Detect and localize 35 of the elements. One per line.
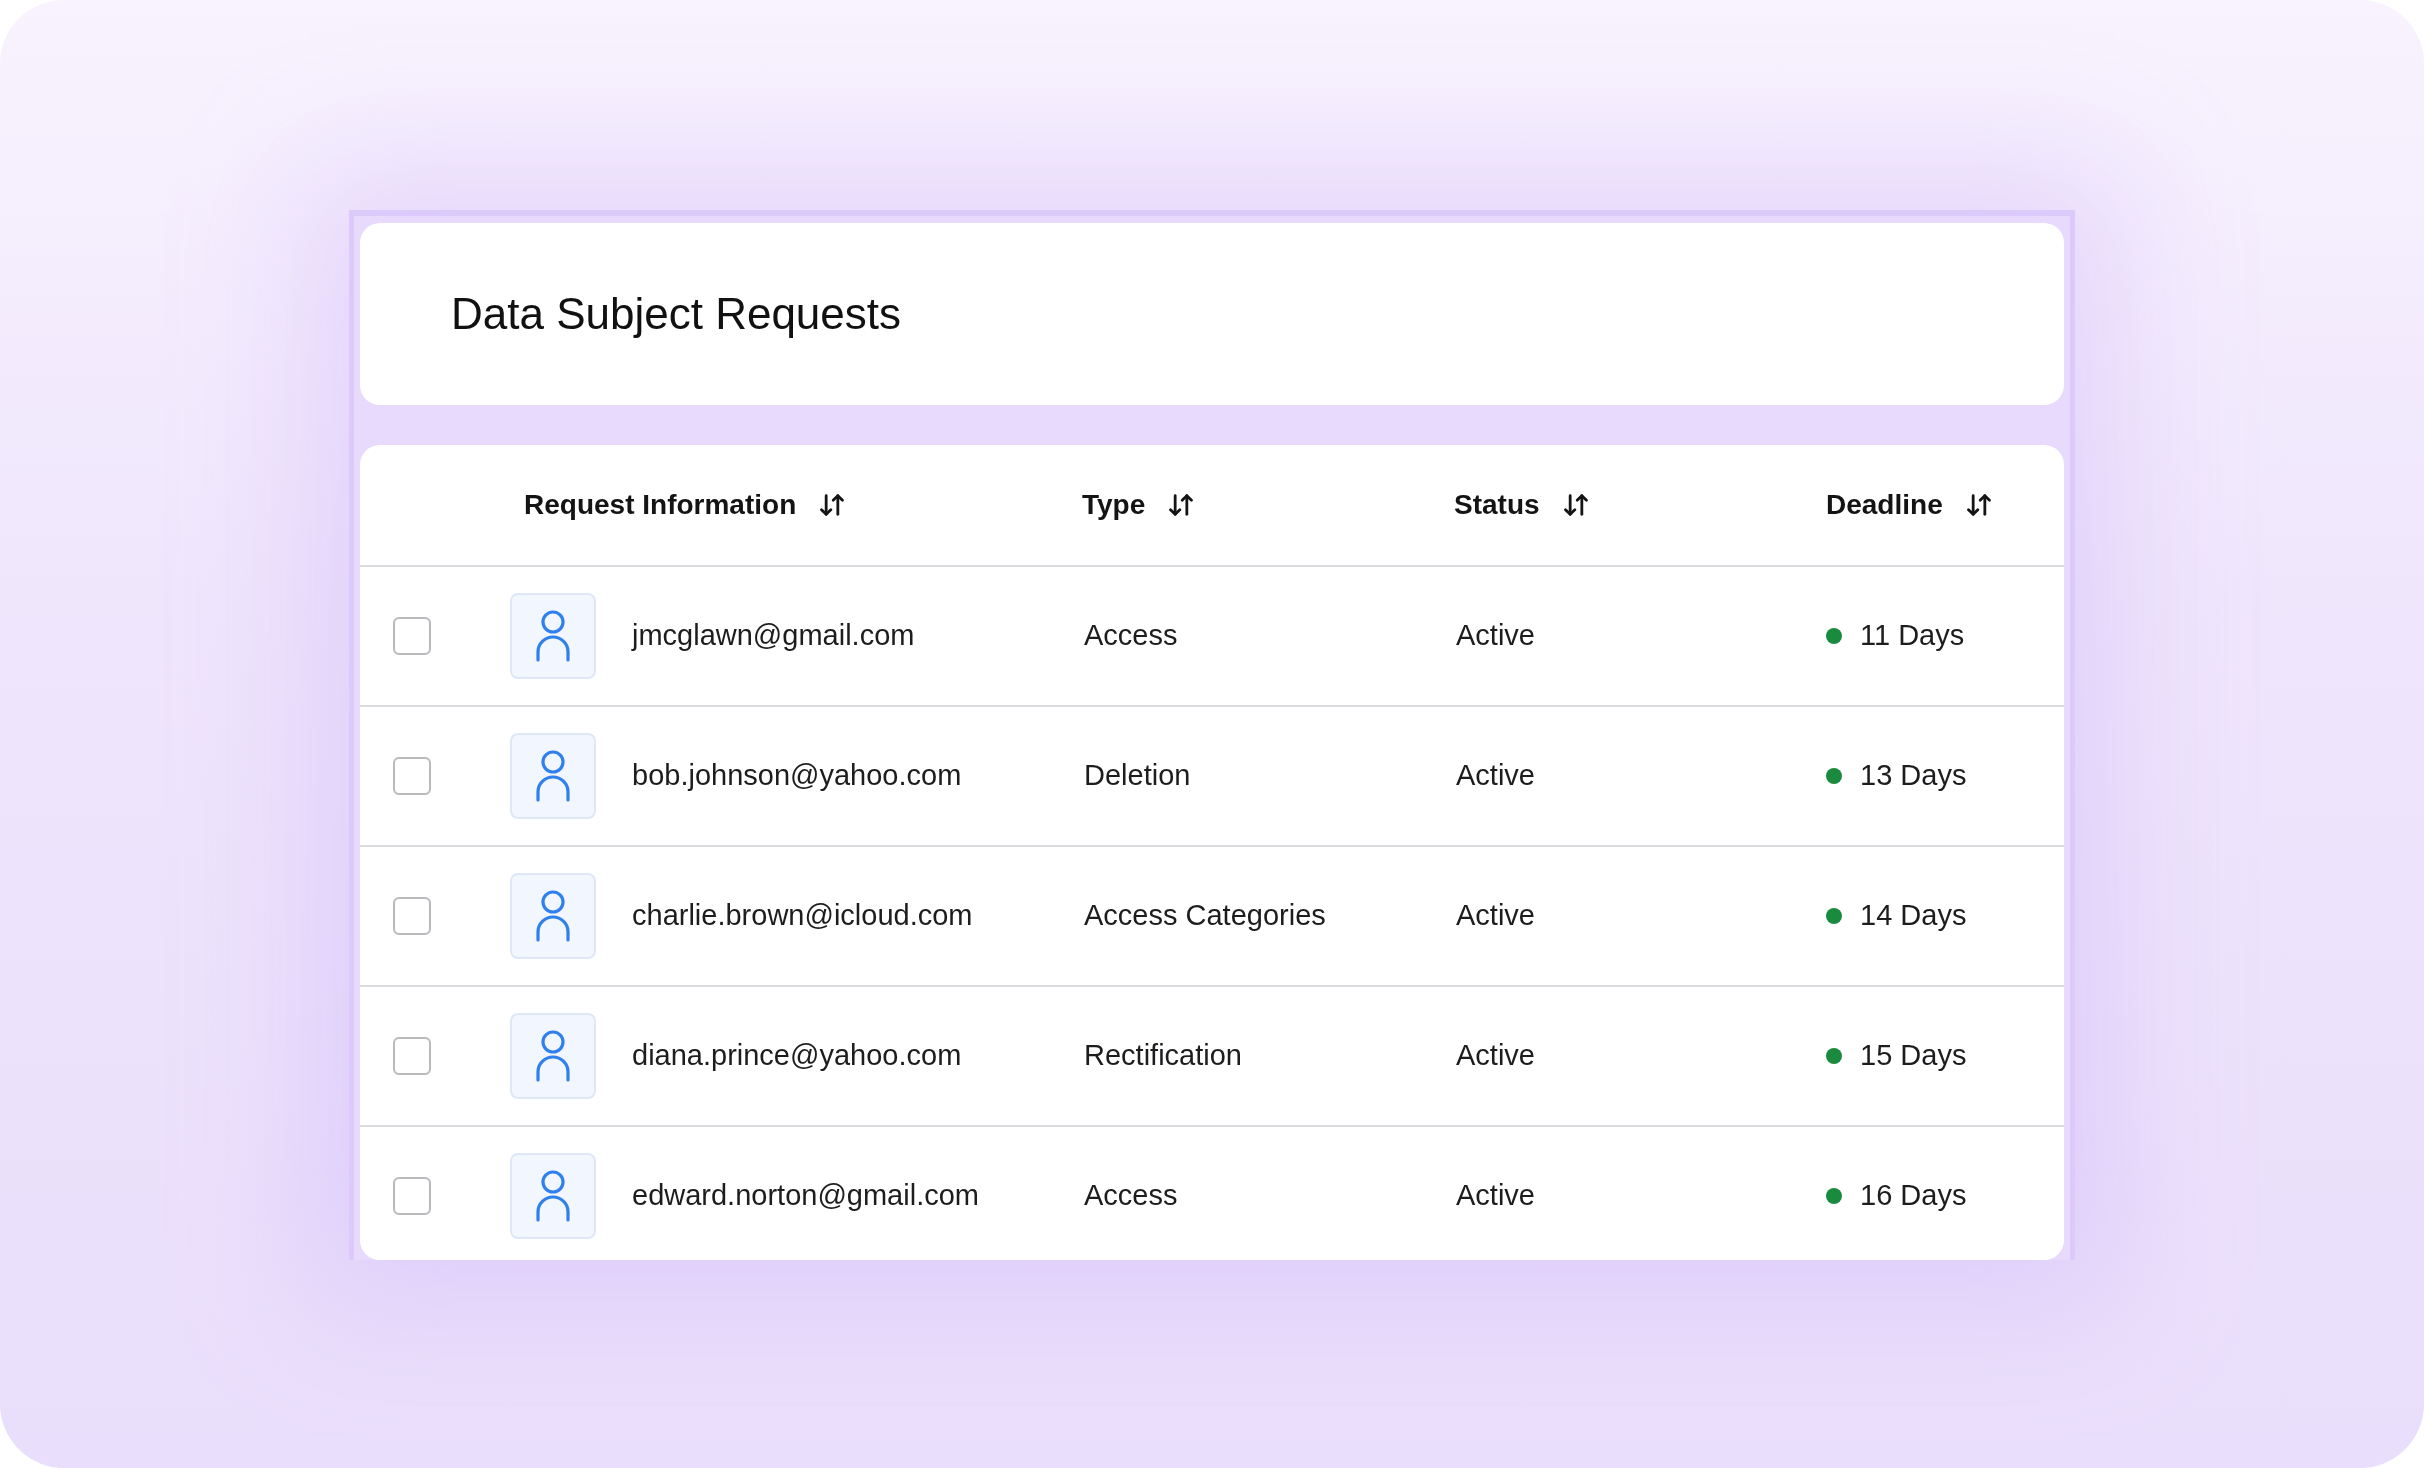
status-text: Active: [1455, 619, 1536, 653]
email-text: diana.prince@yahoo.com: [632, 1039, 962, 1073]
column-header: Deadline: [1826, 488, 1943, 521]
status-text: Active: [1455, 899, 1536, 933]
person-icon: [535, 609, 571, 662]
row-checkbox[interactable]: [393, 616, 431, 655]
type-text: Rectification: [1083, 1039, 1243, 1073]
row-checkbox[interactable]: [393, 896, 431, 935]
email-text: bob.johnson@yahoo.com: [632, 759, 962, 793]
row-checkbox[interactable]: [393, 1176, 431, 1215]
email-text: charlie.brown@icloud.com: [632, 899, 973, 933]
type-text: Access: [1083, 1179, 1179, 1213]
row-checkbox[interactable]: [393, 756, 431, 795]
person-icon: [535, 749, 571, 802]
column-header: Type: [1082, 488, 1146, 521]
email-text: jmcglawn@gmail.com: [632, 619, 915, 653]
status-text: Active: [1455, 759, 1536, 793]
row-checkbox[interactable]: [393, 1036, 431, 1075]
person-icon: [535, 1029, 571, 1082]
deadline-text: 13 Days: [1860, 759, 1967, 793]
type-text: Access: [1083, 619, 1179, 653]
page-title: Data Subject Requests: [451, 288, 902, 339]
person-icon: [535, 1169, 571, 1222]
email-text: edward.norton@gmail.com: [632, 1179, 979, 1213]
deadline-text: 15 Days: [1860, 1039, 1967, 1073]
deadline-text: 14 Days: [1860, 899, 1967, 933]
deadline-text: 16 Days: [1860, 1179, 1967, 1213]
column-header: Request Information: [524, 488, 797, 521]
deadline-text: 11 Days: [1860, 619, 1965, 653]
status-text: Active: [1455, 1179, 1536, 1213]
type-text: Access Categories: [1083, 899, 1327, 933]
column-header: Status: [1454, 488, 1540, 521]
person-icon: [535, 889, 571, 942]
status-text: Active: [1455, 1039, 1536, 1073]
type-text: Deletion: [1083, 759, 1192, 793]
